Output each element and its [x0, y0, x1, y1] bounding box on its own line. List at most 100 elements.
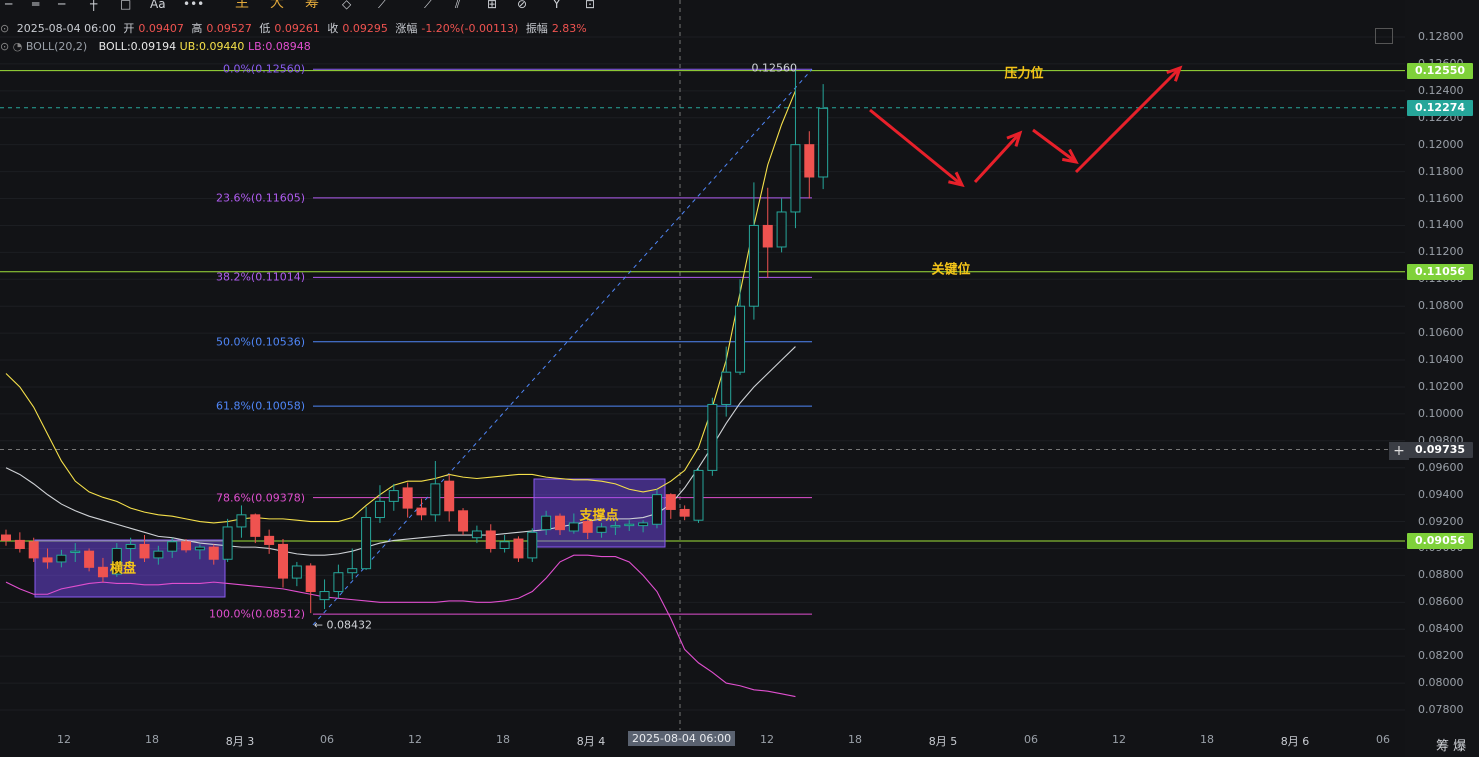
candle-body	[555, 515, 565, 531]
candle-body	[333, 572, 344, 593]
candle-body	[181, 541, 192, 551]
time-tick-label: 8月 4	[576, 735, 606, 748]
candle-body	[319, 591, 330, 601]
boll-lower-value: LB:0.08948	[247, 40, 311, 53]
low-value: 0.09261	[274, 22, 320, 35]
candle-body	[651, 494, 662, 525]
boll-name[interactable]: BOLL(20,2)	[26, 40, 87, 53]
price-tick-label: 0.10600	[1418, 326, 1464, 340]
candle-body	[361, 517, 372, 570]
price-tick-label: 0.08800	[1418, 568, 1464, 582]
candle-body	[305, 565, 316, 593]
toolbar-indicator-button[interactable]: 大	[270, 0, 284, 10]
candle-body	[513, 538, 524, 559]
toolbar-button[interactable]: •••	[183, 0, 204, 11]
price-tick-label: 0.08200	[1418, 649, 1464, 663]
alarm-icon[interactable]: ◔	[13, 40, 23, 53]
time-tick-label: 8月 3	[225, 735, 255, 748]
toolbar-button[interactable]: ═	[32, 0, 39, 11]
high-label: 高	[191, 22, 203, 35]
crosshair-time-label: 2025-08-04 06:00	[628, 731, 736, 746]
price-tick-label: 0.10000	[1418, 406, 1464, 420]
drawing-tool-icon[interactable]: ⟋	[424, 0, 432, 11]
bottom-toggle-buttons[interactable]: 筹 爆	[1436, 735, 1466, 754]
key-level-annotation: 关键位	[931, 262, 971, 278]
price-tag: 0.09056	[1407, 532, 1473, 549]
toolbar-indicator-button[interactable]: 主	[235, 0, 249, 10]
price-tick-label: 0.12800	[1418, 30, 1464, 43]
candle-body	[707, 403, 718, 471]
time-tick-label: 12	[760, 733, 774, 746]
candle-body	[236, 514, 247, 528]
candle-body	[84, 550, 95, 568]
close-label: 收	[327, 22, 339, 35]
drawing-tool-icon[interactable]: ⊘	[517, 0, 527, 11]
boll-mid-line	[5, 346, 796, 556]
time-tick-label: 18	[145, 733, 159, 746]
price-tick-label: 0.09200	[1418, 514, 1464, 528]
candle-body	[347, 568, 358, 574]
candle-body	[194, 546, 205, 551]
amplitude-value: 2.83%	[551, 22, 587, 35]
candle-body	[28, 541, 39, 559]
candle-body	[42, 557, 53, 563]
fib-level-label: 50.0%(0.10536)	[215, 335, 305, 349]
trend-arrow	[869, 108, 963, 187]
candle-body	[374, 500, 385, 519]
change-value: -1.20%(-0.00113)	[421, 22, 519, 35]
price-tick-label: 0.10200	[1418, 379, 1464, 393]
fib-level-label: 100.0%(0.08512)	[208, 607, 305, 621]
candle-body	[610, 525, 621, 528]
indicator-settings-icon[interactable]: ⊙	[0, 40, 9, 53]
toolbar-indicator-button[interactable]: 筹	[305, 0, 319, 10]
toolbar-button[interactable]: □	[120, 0, 131, 11]
drawing-tool-icon[interactable]: ◇	[342, 0, 351, 11]
ohlc-datetime: 2025-08-04 06:00	[16, 22, 116, 35]
time-tick-label: 06	[1376, 733, 1390, 746]
price-tick-label: 0.11800	[1418, 164, 1464, 178]
candle-body	[153, 550, 164, 559]
close-value: 0.09295	[342, 22, 388, 35]
boll-upper-line	[5, 90, 796, 524]
price-tick-label: 0.09600	[1418, 460, 1464, 474]
candle-body	[568, 522, 579, 532]
drawing-tool-icon[interactable]: ⫽	[455, 0, 460, 11]
price-tick-label: 0.11600	[1418, 191, 1464, 205]
drawing-tool-icon[interactable]: Y	[553, 0, 560, 11]
price-tick-label: 0.10800	[1418, 299, 1464, 313]
candle-body	[125, 543, 136, 549]
time-tick-label: 18	[496, 733, 510, 746]
amplitude-label: 振幅	[525, 22, 548, 35]
toolbar-button[interactable]: Aa	[150, 0, 166, 11]
swing-low-label: ← 0.08432	[313, 618, 372, 632]
drawing-tool-icon[interactable]: ⟋	[378, 0, 386, 11]
fib-level-label: 23.6%(0.11605)	[215, 191, 305, 205]
price-tag: 0.12550	[1407, 62, 1473, 79]
drawing-tool-icon[interactable]: ⊡	[585, 0, 595, 11]
boll-upper-value: UB:0.09440	[179, 40, 245, 53]
screenshot-icon[interactable]	[1375, 28, 1393, 44]
time-tick-label: 12	[1112, 733, 1126, 746]
toolbar-button[interactable]: ┼	[90, 0, 97, 11]
trend-arrow	[1074, 66, 1182, 174]
toolbar-button[interactable]: ─	[5, 0, 12, 11]
price-tick-label: 0.12000	[1418, 137, 1464, 151]
candle-body	[762, 224, 773, 248]
ohlc-info-row: ⊙ 2025-08-04 06:00 开 0.09407 高 0.09527 低 0.…	[0, 22, 591, 36]
candle-body	[721, 371, 732, 405]
toolbar-button[interactable]: ─	[58, 0, 65, 11]
drawing-tool-icon[interactable]: ⊞	[487, 0, 497, 11]
price-tag: 0.11056	[1407, 263, 1473, 280]
candlestick-chart[interactable]	[0, 0, 1479, 757]
candle-body	[416, 507, 427, 516]
candle-body	[167, 541, 178, 552]
low-label: 低	[259, 22, 271, 35]
price-tick-label: 0.11200	[1418, 245, 1464, 259]
time-tick-label: 06	[1024, 733, 1038, 746]
candle-body	[638, 522, 649, 527]
candle-body	[818, 107, 829, 178]
add-alert-button[interactable]: +	[1389, 442, 1409, 460]
time-tick-label: 06	[320, 733, 334, 746]
settings-icon[interactable]: ⊙	[0, 22, 9, 35]
time-tick-label: 12	[57, 733, 71, 746]
